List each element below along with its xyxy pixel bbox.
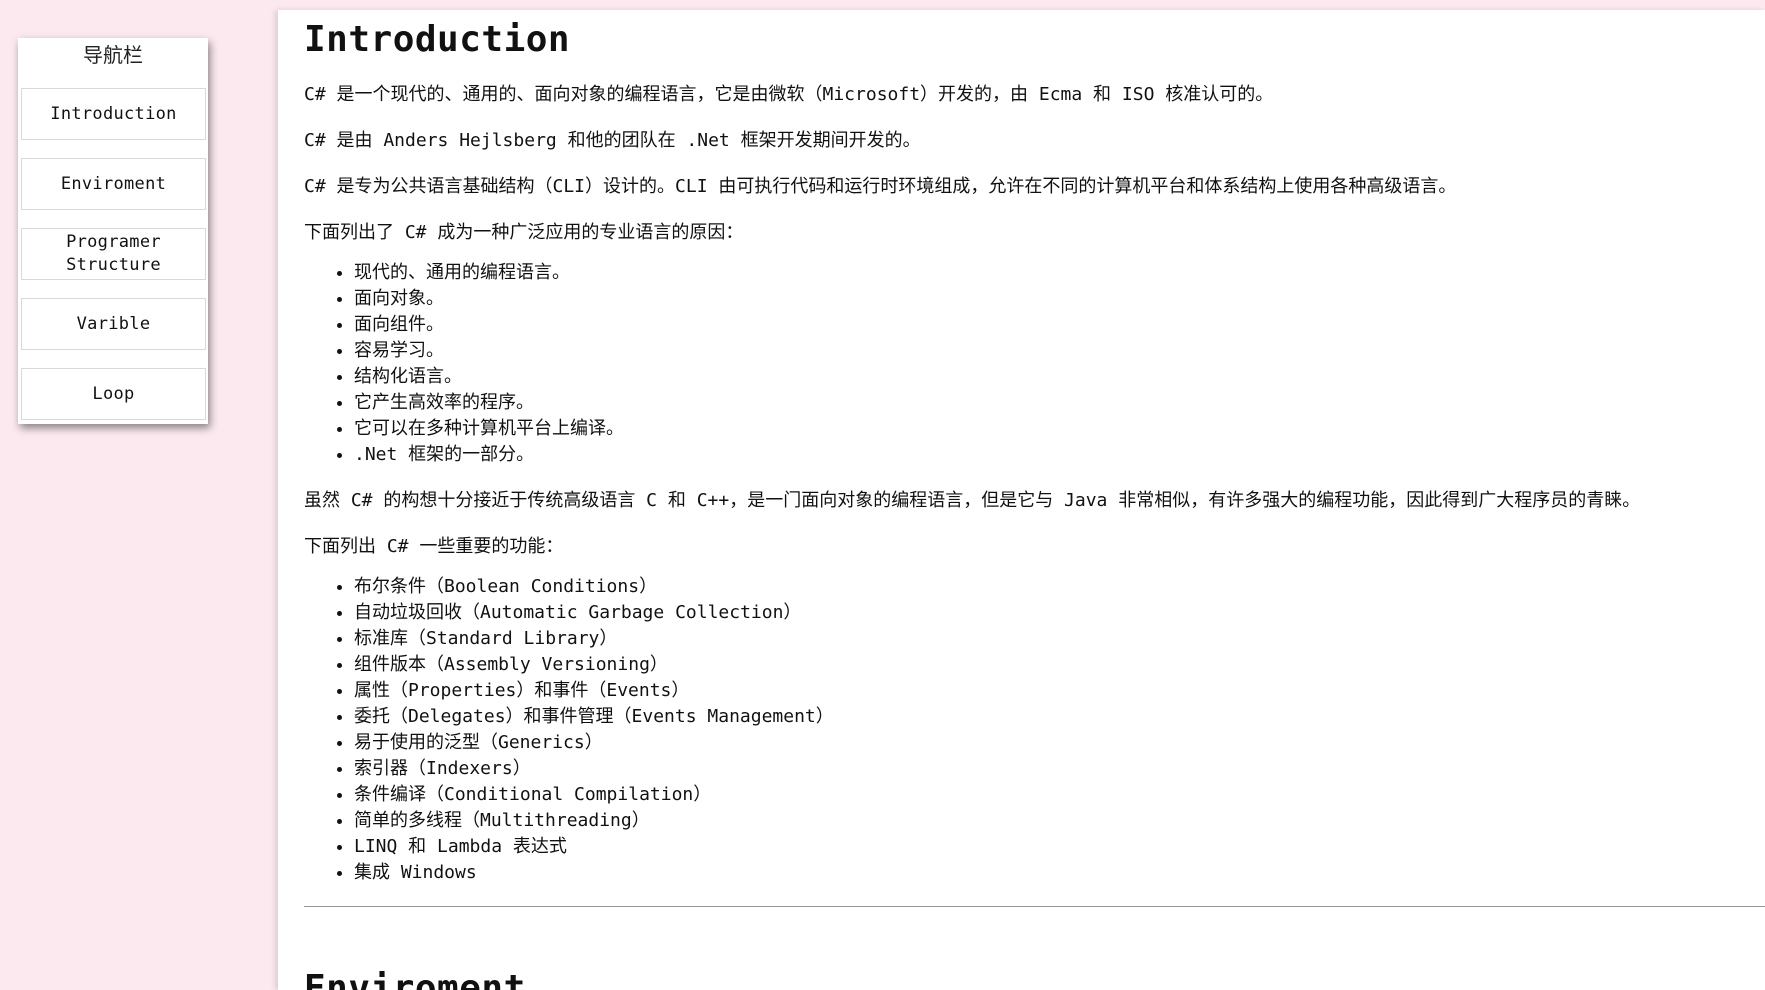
list-item: 现代的、通用的编程语言。 [354,260,1765,286]
list-item: 索引器（Indexers） [354,756,1765,782]
content-area: Introduction C# 是一个现代的、通用的、面向对象的编程语言，它是由… [304,10,1765,990]
intro-paragraph: C# 是一个现代的、通用的、面向对象的编程语言，它是由微软（Microsoft）… [304,84,1274,105]
history-paragraph: C# 是由 Anders Hejlsberg 和他的团队在 .Net 框架开发期… [304,130,921,151]
nav-button-programer-structure[interactable]: Programer Structure [21,228,206,280]
list-item: 属性（Properties）和事件（Events） [354,678,1765,704]
nav-button-label: Introduction [50,103,177,124]
nav-button-label: Programer Structure [66,232,161,275]
list-item: 易于使用的泛型（Generics） [354,730,1765,756]
nav-button-introduction[interactable]: Introduction [21,88,206,140]
sidebar-nav: 导航栏 Introduction Enviroment Programer St… [18,38,208,424]
nav-button-label: Varible [76,313,151,334]
list-item: 自动垃圾回收（Automatic Garbage Collection） [354,600,1765,626]
cli-paragraph: C# 是专为公共语言基础结构（CLI）设计的。CLI 由可执行代码和运行时环境组… [304,176,1457,197]
list-item: 条件编译（Conditional Compilation） [354,782,1765,808]
main-content: Introduction C# 是一个现代的、通用的、面向对象的编程语言，它是由… [278,10,1765,990]
section-divider [304,906,1765,907]
sidebar-title: 导航栏 [83,43,143,67]
features-intro: 下面列出 C# 一些重要的功能： [304,536,564,557]
list-item: 委托（Delegates）和事件管理（Events Management） [354,704,1765,730]
list-item: LINQ 和 Lambda 表达式 [354,834,1765,860]
features-list: 布尔条件（Boolean Conditions） 自动垃圾回收（Automati… [304,574,1765,886]
list-item: 标准库（Standard Library） [354,626,1765,652]
list-item: 面向对象。 [354,286,1765,312]
list-item: 它可以在多种计算机平台上编译。 [354,416,1765,442]
list-item: 它产生高效率的程序。 [354,390,1765,416]
list-item: 集成 Windows [354,860,1765,886]
list-item: 容易学习。 [354,338,1765,364]
list-item: 简单的多线程（Multithreading） [354,808,1765,834]
nav-button-label: Enviroment [60,173,167,194]
nav-button-enviroment[interactable]: Enviroment [21,158,206,210]
nav-button-varible[interactable]: Varible [21,298,206,350]
nav-button-label: Loop [92,383,135,404]
list-item: 布尔条件（Boolean Conditions） [354,574,1765,600]
list-item: 面向组件。 [354,312,1765,338]
reasons-intro: 下面列出了 C# 成为一种广泛应用的专业语言的原因： [304,222,744,243]
list-item: 组件版本（Assembly Versioning） [354,652,1765,678]
section-heading-enviroment: Enviroment [304,968,526,990]
reasons-list: 现代的、通用的编程语言。 面向对象。 面向组件。 容易学习。 结构化语言。 它产… [304,260,1765,468]
nav-button-loop[interactable]: Loop [21,368,206,420]
list-item: .Net 框架的一部分。 [354,442,1765,468]
section-heading-introduction: Introduction [304,19,571,60]
list-item: 结构化语言。 [354,364,1765,390]
comparison-paragraph: 虽然 C# 的构想十分接近于传统高级语言 C 和 C++，是一门面向对象的编程语… [304,490,1641,511]
